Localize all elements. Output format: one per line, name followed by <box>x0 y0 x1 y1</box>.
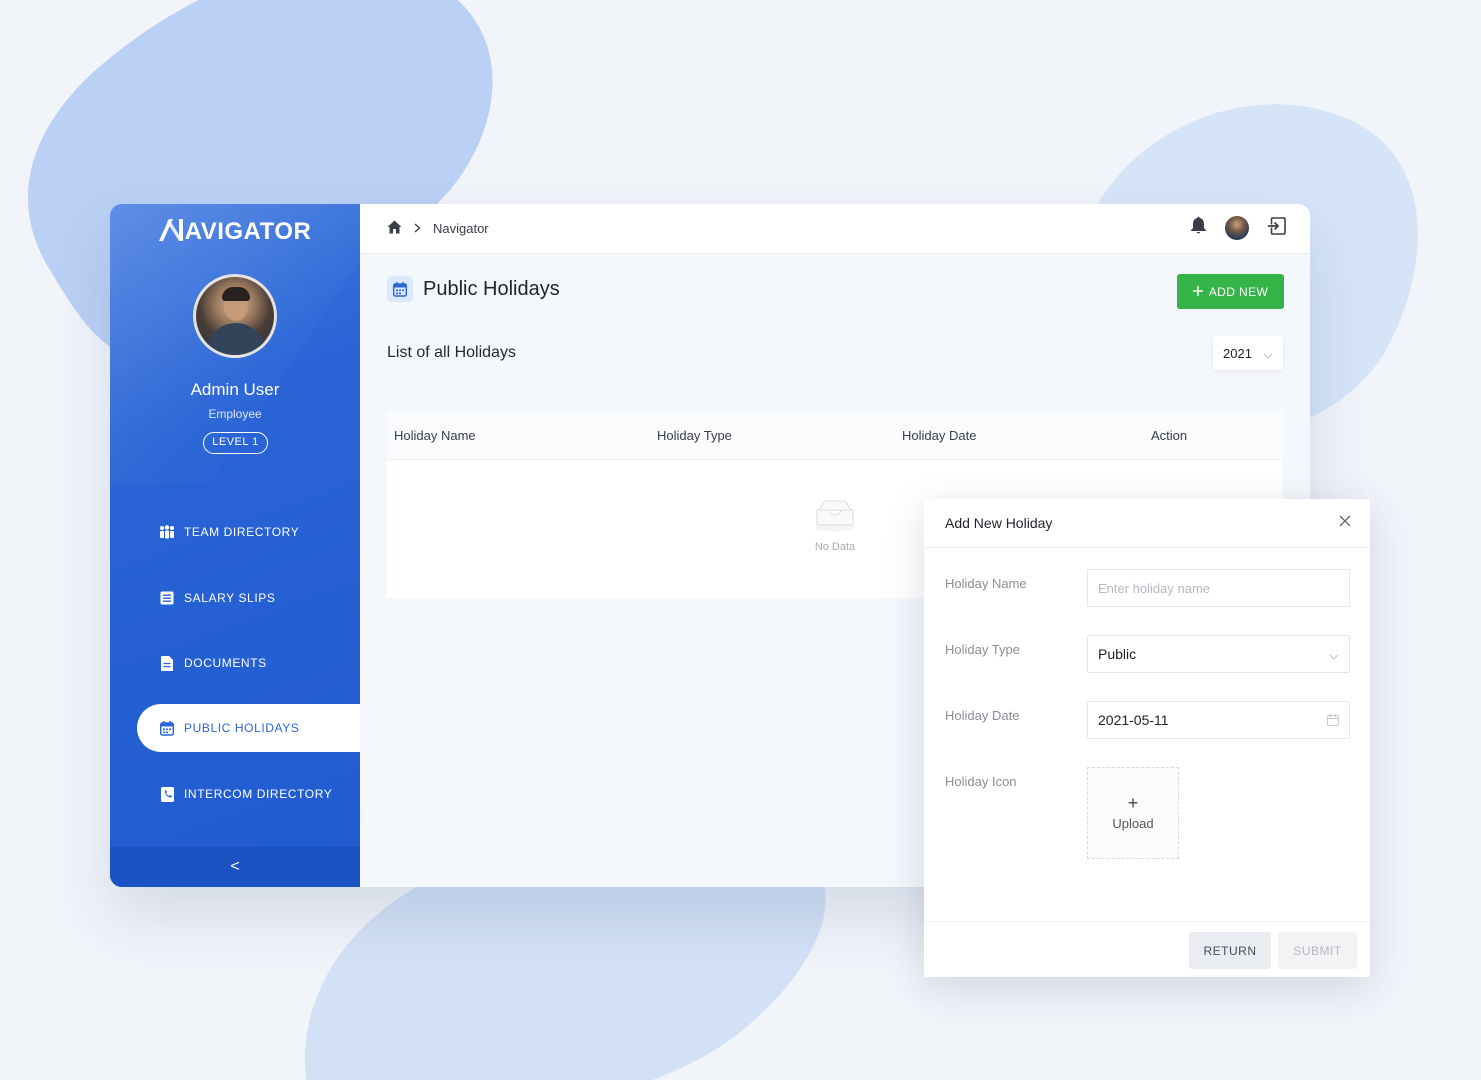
user-name: Admin User <box>190 380 280 399</box>
sidebar-item-label: INTERCOM DIRECTORY <box>184 787 333 801</box>
holiday-icon-label: Holiday Icon <box>945 774 1017 789</box>
holiday-name-placeholder: Enter holiday name <box>1098 580 1211 596</box>
top-actions <box>1190 216 1286 240</box>
sidebar-item-team-directory[interactable]: TEAM DIRECTORY <box>158 520 299 544</box>
holiday-type-value: Public <box>1098 646 1137 662</box>
year-select[interactable]: 2021 <box>1213 336 1283 370</box>
chevron-left-icon: < <box>230 858 240 875</box>
sidebar-item-label: SALARY SLIPS <box>184 591 276 605</box>
sidebar-item-public-holidays[interactable]: PUBLIC HOLIDAYS <box>158 716 299 740</box>
calendar-icon[interactable] <box>1327 713 1339 729</box>
list-title: List of all Holidays <box>387 344 516 361</box>
sidebar-item-salary-slips[interactable]: SALARY SLIPS <box>158 586 275 610</box>
chevron-right-icon <box>414 222 421 236</box>
sidebar-item-label: PUBLIC HOLIDAYS <box>184 721 300 735</box>
document-icon <box>158 655 176 671</box>
holiday-name-input[interactable]: Enter holiday name <box>1087 569 1350 607</box>
holiday-name-label: Holiday Name <box>945 576 1027 591</box>
sidebar-item-label: TEAM DIRECTORY <box>184 525 300 539</box>
column-header-action: Action <box>1151 428 1188 443</box>
holiday-date-value: 2021-05-11 <box>1098 712 1169 728</box>
holiday-type-select[interactable]: Public <box>1087 635 1350 673</box>
calendar-icon <box>387 276 413 302</box>
user-role: Employee <box>208 407 262 421</box>
page-header: Public Holidays <box>387 276 560 302</box>
sidebar: AVIGATOR Admin User Employee LEVEL 1 TEA… <box>110 204 360 887</box>
breadcrumb: Navigator <box>387 220 489 237</box>
top-bar: Navigator <box>360 204 1310 254</box>
modal-header: Add New Holiday <box>924 499 1370 548</box>
sidebar-item-intercom-directory[interactable]: INTERCOM DIRECTORY <box>158 782 332 806</box>
level-badge: LEVEL 1 <box>203 432 268 454</box>
add-holiday-modal: Add New Holiday Holiday Name Enter holid… <box>924 499 1370 977</box>
holiday-date-picker[interactable]: 2021-05-11 <box>1087 701 1350 739</box>
modal-footer: RETURN SUBMIT <box>924 921 1370 977</box>
column-header-holiday-name[interactable]: Holiday Name <box>394 428 476 443</box>
column-header-holiday-type[interactable]: Holiday Type <box>657 428 732 443</box>
app-logo[interactable]: AVIGATOR <box>110 218 360 246</box>
avatar[interactable] <box>1225 216 1249 240</box>
calendar-icon <box>158 720 176 736</box>
page-title: Public Holidays <box>423 277 560 300</box>
empty-state-text: No Data <box>814 541 856 553</box>
upload-label: Upload <box>1112 816 1154 831</box>
chevron-down-icon <box>1263 347 1273 362</box>
modal-title: Add New Holiday <box>945 515 1053 531</box>
empty-state: No Data <box>797 498 873 553</box>
add-new-button[interactable]: ADD NEW <box>1177 274 1284 309</box>
home-icon[interactable] <box>387 220 402 237</box>
bell-icon[interactable] <box>1190 216 1207 240</box>
team-icon <box>158 524 176 540</box>
empty-inbox-icon <box>815 500 855 532</box>
holiday-date-label: Holiday Date <box>945 708 1020 723</box>
plus-icon: + <box>1127 793 1139 813</box>
logo-mark-icon <box>158 219 183 241</box>
table-header: Holiday Name Holiday Type Holiday Date A… <box>387 412 1283 460</box>
salary-slip-icon <box>158 590 176 606</box>
logout-icon[interactable] <box>1267 216 1286 240</box>
column-header-holiday-date[interactable]: Holiday Date <box>902 428 976 443</box>
year-select-value: 2021 <box>1223 345 1252 361</box>
breadcrumb-item-navigator[interactable]: Navigator <box>433 221 489 236</box>
return-button[interactable]: RETURN <box>1189 932 1271 969</box>
sidebar-item-label: DOCUMENTS <box>184 656 267 670</box>
phone-book-icon <box>158 786 176 802</box>
holiday-icon-upload[interactable]: + Upload <box>1087 767 1179 859</box>
submit-button[interactable]: SUBMIT <box>1278 932 1357 969</box>
plus-icon <box>1192 285 1203 299</box>
add-new-label: ADD NEW <box>1208 284 1269 299</box>
sidebar-item-documents[interactable]: DOCUMENTS <box>158 651 267 675</box>
chevron-down-icon <box>1329 647 1339 663</box>
holiday-type-label: Holiday Type <box>945 642 1020 657</box>
close-icon[interactable] <box>1338 514 1356 532</box>
logo-text: AVIGATOR <box>184 218 312 245</box>
sidebar-collapse-button[interactable]: < <box>110 847 360 887</box>
user-avatar[interactable] <box>193 274 277 358</box>
